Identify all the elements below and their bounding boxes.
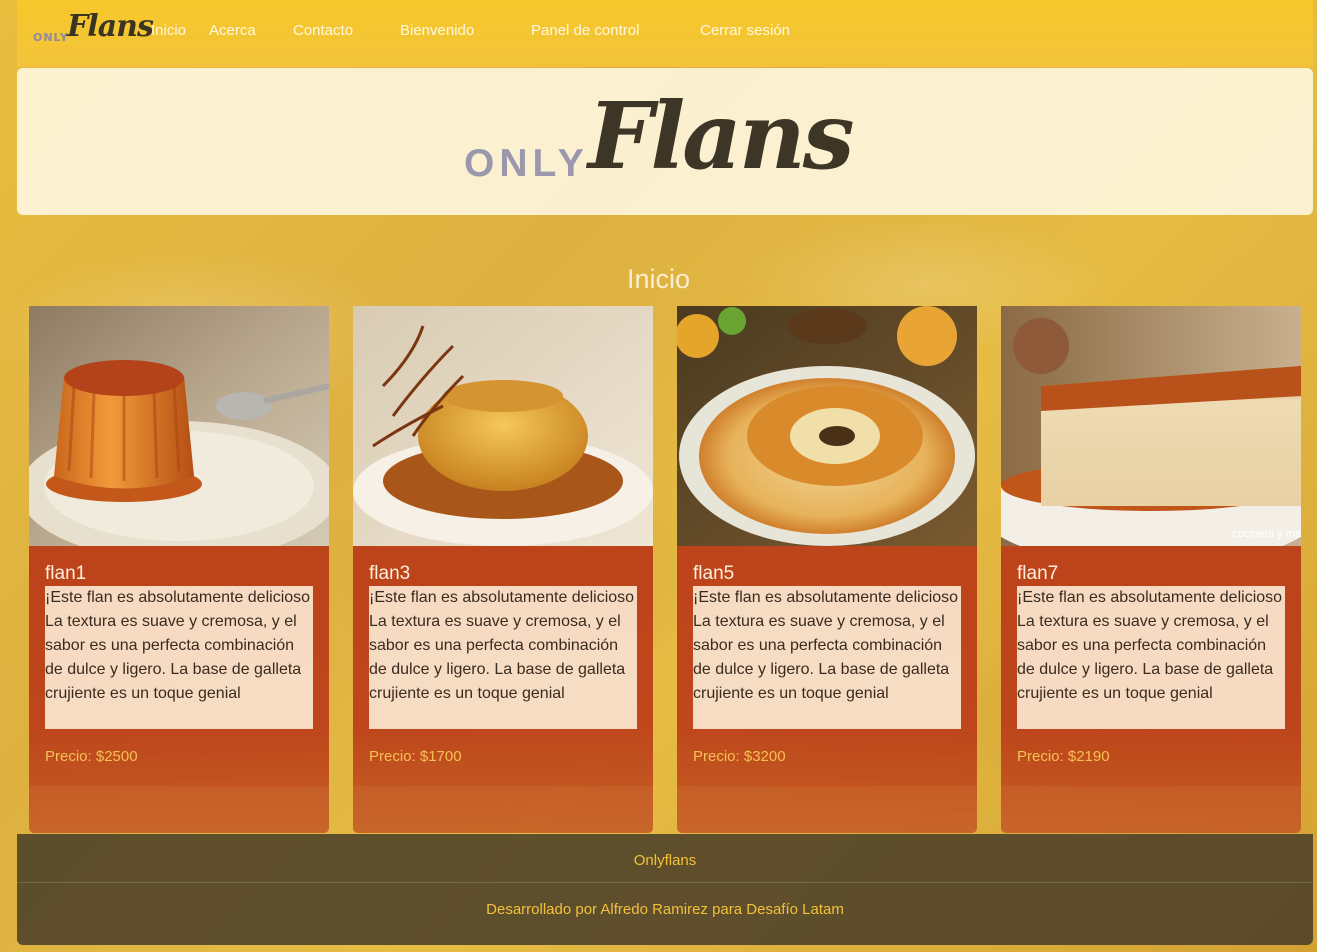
card-price: Precio: $3200 bbox=[693, 748, 786, 765]
card-footer bbox=[353, 786, 653, 833]
card-price: Precio: $2190 bbox=[1017, 748, 1110, 765]
flan-image: cocinera y ma bbox=[1001, 306, 1301, 546]
card-title: flan3 bbox=[369, 563, 411, 584]
card-footer bbox=[1001, 786, 1301, 833]
card-description: ¡Este flan es absolutamente delicioso La… bbox=[45, 586, 313, 729]
nav-link-acerca[interactable]: Acerca bbox=[209, 22, 256, 39]
card-description: ¡Este flan es absolutamente delicioso La… bbox=[369, 586, 637, 729]
footer-site-name: Onlyflans bbox=[633, 852, 697, 869]
card-price: Precio: $2500 bbox=[45, 748, 138, 765]
card-footer bbox=[677, 786, 977, 833]
page-footer: Onlyflans Desarrollado por Alfredo Ramir… bbox=[17, 834, 1313, 945]
page-title: Inicio bbox=[626, 264, 691, 294]
flan-image bbox=[353, 306, 653, 546]
header-banner: ONLY Flans bbox=[17, 68, 1313, 215]
card-title: flan7 bbox=[1017, 563, 1059, 584]
brand-logo[interactable]: ONLY Flans bbox=[33, 0, 167, 67]
card-title: flan1 bbox=[45, 563, 87, 584]
nav-link-inicio[interactable]: Inicio bbox=[151, 22, 186, 39]
card-footer bbox=[29, 786, 329, 833]
brand-only-text: ONLY bbox=[33, 31, 69, 44]
product-card: flan5 ¡Este flan es absolutamente delici… bbox=[677, 306, 977, 833]
card-title: flan5 bbox=[693, 563, 735, 584]
image-watermark: cocinera y ma bbox=[1232, 528, 1301, 540]
product-card: cocinera y ma flan7 ¡Este flan es absolu… bbox=[1001, 306, 1301, 833]
flan-image bbox=[677, 306, 977, 546]
product-card: flan3 ¡Este flan es absolutamente delici… bbox=[353, 306, 653, 833]
nav-link-contacto[interactable]: Contacto bbox=[293, 22, 353, 39]
nav-link-bienvenido[interactable]: Bienvenido bbox=[400, 22, 474, 39]
navbar: ONLY Flans Inicio Acerca Contacto Bienve… bbox=[17, 0, 1313, 67]
nav-link-cerrar-sesion[interactable]: Cerrar sesión bbox=[700, 22, 790, 39]
flan-image bbox=[29, 306, 329, 546]
card-description: ¡Este flan es absolutamente delicioso La… bbox=[693, 586, 961, 729]
banner-logo-only: ONLY bbox=[464, 142, 589, 185]
banner-logo-flans: Flans bbox=[588, 82, 855, 190]
footer-divider bbox=[17, 882, 1313, 883]
footer-credit: Desarrollado por Alfredo Ramirez para De… bbox=[486, 901, 844, 918]
card-description: ¡Este flan es absolutamente delicioso La… bbox=[1017, 586, 1285, 729]
card-price: Precio: $1700 bbox=[369, 748, 462, 765]
brand-flans-text: Flans bbox=[67, 9, 154, 44]
product-card: flan1 ¡Este flan es absolutamente delici… bbox=[29, 306, 329, 833]
nav-link-panel-de-control[interactable]: Panel de control bbox=[531, 22, 639, 39]
